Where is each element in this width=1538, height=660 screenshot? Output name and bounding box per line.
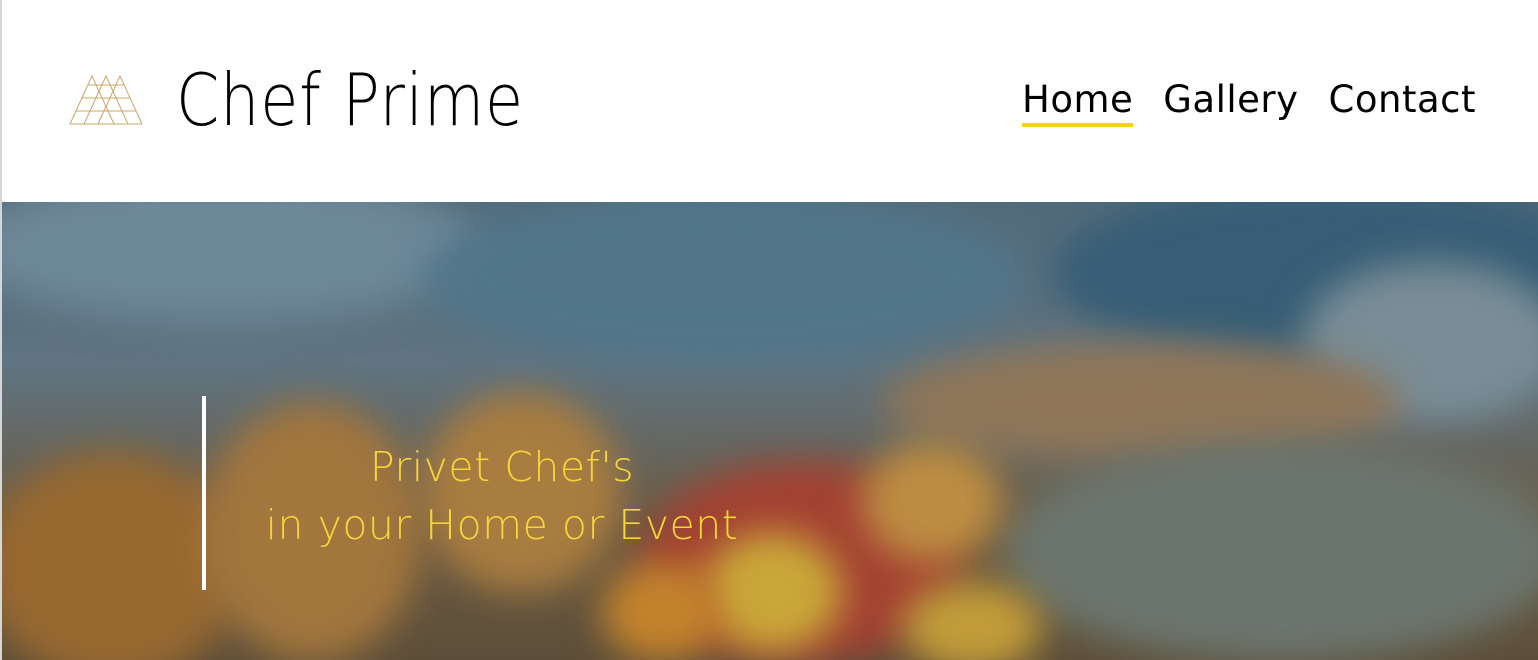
hero-tagline-line2: in your Home or Event [265,501,739,549]
hero-tagline-line1: Privet Chef's [369,443,635,491]
site-header: Chef Prime Home Gallery Contact [2,0,1538,202]
main-nav: Home Gallery Contact [992,76,1476,127]
nav-item-gallery[interactable]: Gallery [1163,76,1298,124]
nav-item-contact[interactable]: Contact [1329,76,1476,124]
hero-tagline: Privet Chef's in your Home or Event [222,438,782,554]
hero-overlay [2,202,1538,660]
brand-name[interactable]: Chef Prime [176,54,524,146]
nav-item-home[interactable]: Home [1022,76,1134,127]
page: Chef Prime Home Gallery Contact Privet C… [0,0,1538,660]
triangles-logo-icon[interactable] [68,70,146,126]
hero-accent-line [202,396,206,590]
hero-banner: Privet Chef's in your Home or Event [2,202,1538,660]
